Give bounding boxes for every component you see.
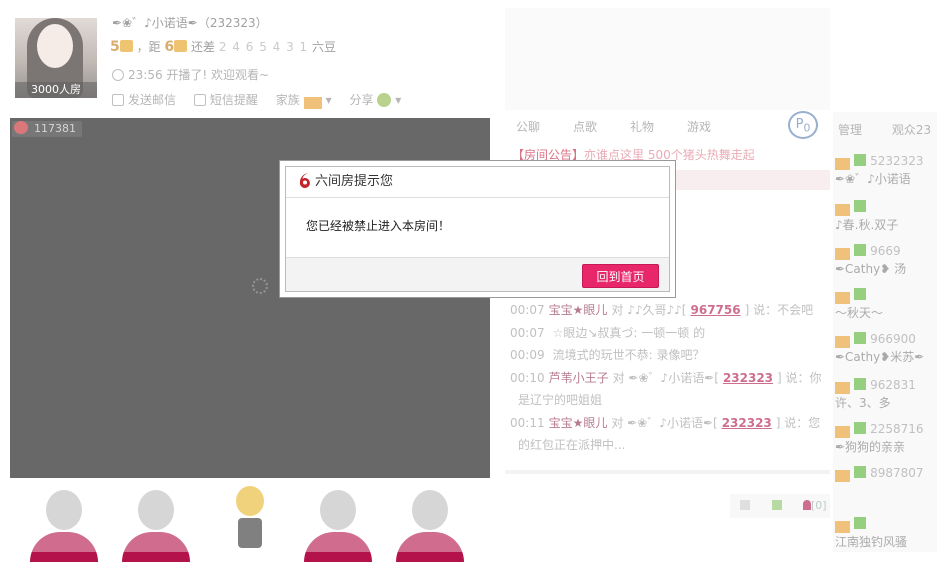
dialog-message: 您已经被禁止进入本房间！ (306, 219, 451, 233)
dialog-header: 六间房提示您 (286, 167, 669, 198)
dialog-title: 六间房提示您 (315, 174, 394, 189)
six-logo-icon (299, 173, 310, 188)
back-home-button[interactable]: 回到首页 (582, 264, 659, 288)
dialog-footer: 回到首页 (286, 257, 669, 291)
alert-dialog: 六间房提示您 您已经被禁止进入本房间！ 回到首页 (279, 160, 676, 298)
